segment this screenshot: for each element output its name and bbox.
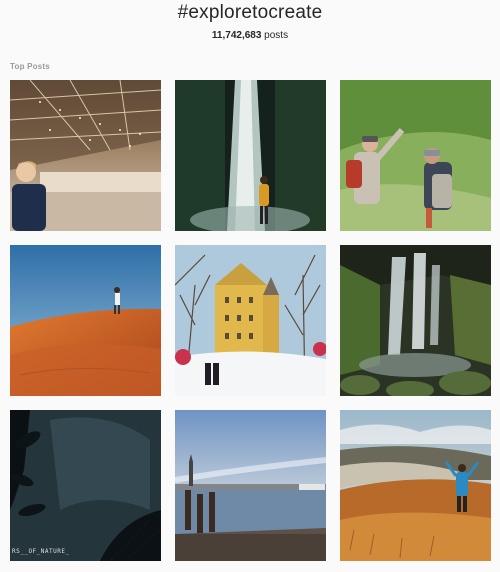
post-image-waterfall-person — [175, 80, 326, 231]
post-thumbnail-1[interactable] — [10, 80, 161, 231]
post-image-hiker-valley — [340, 410, 491, 561]
post-thumbnail-3[interactable] — [340, 80, 491, 231]
post-count-number: 11,742,683 — [211, 30, 262, 41]
post-thumbnail-5[interactable] — [175, 245, 326, 396]
post-image-venice-lagoon — [175, 410, 326, 561]
post-thumbnail-8[interactable] — [175, 410, 326, 561]
post-count: 11,742,683 posts — [0, 30, 500, 42]
hashtag-title: #exploretocreate — [177, 2, 323, 23]
hashtag-page: #exploretocreate 11,742,683 posts Top Po… — [0, 0, 500, 572]
hashtag-header: #exploretocreate 11,742,683 posts — [0, 0, 500, 42]
post-image-dark-foliage — [10, 410, 161, 561]
post-image-sand-dune — [10, 245, 161, 396]
post-thumbnail-9[interactable] — [340, 410, 491, 561]
top-posts-grid: RS__OF_NATURE_ — [10, 80, 491, 561]
post-image-mossy-waterfall — [340, 245, 491, 396]
post-thumbnail-4[interactable] — [10, 245, 161, 396]
post-count-suffix: posts — [261, 30, 289, 41]
post-thumbnail-2[interactable] — [175, 80, 326, 231]
post-image-boy-hall — [10, 80, 161, 231]
post-image-hikers — [340, 80, 491, 231]
post-thumbnail-7[interactable]: RS__OF_NATURE_ — [10, 410, 161, 561]
post-thumbnail-6[interactable] — [340, 245, 491, 396]
top-posts-label: Top Posts — [10, 62, 50, 71]
post-image-castle-snow — [175, 245, 326, 396]
post-caption-overlay: RS__OF_NATURE_ — [12, 548, 70, 555]
